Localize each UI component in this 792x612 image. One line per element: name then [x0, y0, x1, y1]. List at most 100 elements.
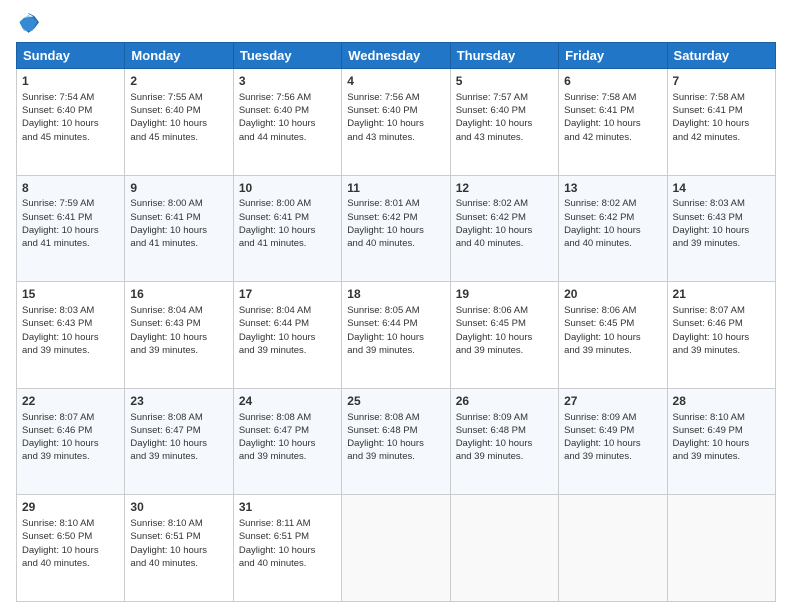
logo: [16, 12, 44, 34]
day-info-line: Daylight: 10 hours: [347, 117, 444, 130]
day-info-line: Daylight: 10 hours: [130, 117, 227, 130]
calendar-cell: 12Sunrise: 8:02 AMSunset: 6:42 PMDayligh…: [450, 175, 558, 282]
calendar-cell: 17Sunrise: 8:04 AMSunset: 6:44 PMDayligh…: [233, 282, 341, 389]
day-info-line: Daylight: 10 hours: [22, 437, 119, 450]
day-info-line: Sunrise: 8:08 AM: [347, 411, 444, 424]
day-info-line: Daylight: 10 hours: [22, 331, 119, 344]
day-info-line: Sunrise: 8:07 AM: [22, 411, 119, 424]
day-info-line: Sunset: 6:43 PM: [130, 317, 227, 330]
day-info-line: Sunset: 6:47 PM: [130, 424, 227, 437]
calendar-week-row: 1Sunrise: 7:54 AMSunset: 6:40 PMDaylight…: [17, 69, 776, 176]
day-info-line: Sunset: 6:47 PM: [239, 424, 336, 437]
day-info-line: and 39 minutes.: [564, 450, 661, 463]
day-number: 20: [564, 286, 661, 303]
calendar-week-row: 15Sunrise: 8:03 AMSunset: 6:43 PMDayligh…: [17, 282, 776, 389]
day-info-line: and 41 minutes.: [22, 237, 119, 250]
day-info-line: Sunrise: 8:06 AM: [456, 304, 553, 317]
day-info-line: Sunset: 6:42 PM: [347, 211, 444, 224]
day-info-line: Daylight: 10 hours: [456, 331, 553, 344]
day-info-line: and 39 minutes.: [22, 450, 119, 463]
day-info-line: and 39 minutes.: [347, 450, 444, 463]
day-info-line: and 39 minutes.: [673, 344, 770, 357]
day-info-line: Daylight: 10 hours: [456, 224, 553, 237]
day-info-line: Daylight: 10 hours: [22, 224, 119, 237]
calendar-cell: 6Sunrise: 7:58 AMSunset: 6:41 PMDaylight…: [559, 69, 667, 176]
day-info-line: Daylight: 10 hours: [564, 331, 661, 344]
day-number: 1: [22, 73, 119, 90]
day-info-line: Sunrise: 7:54 AM: [22, 91, 119, 104]
calendar-cell: 25Sunrise: 8:08 AMSunset: 6:48 PMDayligh…: [342, 388, 450, 495]
day-info-line: and 39 minutes.: [239, 344, 336, 357]
day-number: 23: [130, 393, 227, 410]
day-info-line: and 43 minutes.: [456, 131, 553, 144]
day-info-line: Sunset: 6:49 PM: [564, 424, 661, 437]
day-info-line: Sunrise: 8:05 AM: [347, 304, 444, 317]
day-info-line: Sunset: 6:40 PM: [239, 104, 336, 117]
day-info-line: Sunrise: 8:00 AM: [239, 197, 336, 210]
calendar-cell: [342, 495, 450, 602]
calendar-cell: 14Sunrise: 8:03 AMSunset: 6:43 PMDayligh…: [667, 175, 775, 282]
day-info-line: Sunrise: 8:02 AM: [456, 197, 553, 210]
day-info-line: Sunset: 6:41 PM: [22, 211, 119, 224]
day-info-line: Daylight: 10 hours: [239, 224, 336, 237]
weekday-header: Wednesday: [342, 43, 450, 69]
weekday-header: Tuesday: [233, 43, 341, 69]
day-info-line: and 40 minutes.: [564, 237, 661, 250]
calendar-cell: [667, 495, 775, 602]
day-info-line: and 39 minutes.: [673, 237, 770, 250]
weekday-header: Friday: [559, 43, 667, 69]
page: SundayMondayTuesdayWednesdayThursdayFrid…: [0, 0, 792, 612]
day-info-line: Daylight: 10 hours: [456, 117, 553, 130]
calendar-header-row: SundayMondayTuesdayWednesdayThursdayFrid…: [17, 43, 776, 69]
day-info-line: Sunset: 6:50 PM: [22, 530, 119, 543]
day-number: 18: [347, 286, 444, 303]
calendar-week-row: 8Sunrise: 7:59 AMSunset: 6:41 PMDaylight…: [17, 175, 776, 282]
day-number: 3: [239, 73, 336, 90]
day-info-line: Sunset: 6:44 PM: [239, 317, 336, 330]
day-info-line: Sunrise: 8:00 AM: [130, 197, 227, 210]
day-info-line: Daylight: 10 hours: [347, 437, 444, 450]
calendar-cell: 10Sunrise: 8:00 AMSunset: 6:41 PMDayligh…: [233, 175, 341, 282]
day-info-line: Sunset: 6:45 PM: [564, 317, 661, 330]
day-info-line: Sunrise: 8:07 AM: [673, 304, 770, 317]
day-info-line: and 39 minutes.: [22, 344, 119, 357]
day-info-line: and 40 minutes.: [239, 557, 336, 570]
day-number: 17: [239, 286, 336, 303]
day-info-line: Sunrise: 7:58 AM: [673, 91, 770, 104]
day-number: 7: [673, 73, 770, 90]
day-info-line: and 39 minutes.: [456, 344, 553, 357]
weekday-header: Saturday: [667, 43, 775, 69]
calendar-cell: 3Sunrise: 7:56 AMSunset: 6:40 PMDaylight…: [233, 69, 341, 176]
day-info-line: Sunrise: 8:06 AM: [564, 304, 661, 317]
day-info-line: and 39 minutes.: [564, 344, 661, 357]
calendar-cell: 29Sunrise: 8:10 AMSunset: 6:50 PMDayligh…: [17, 495, 125, 602]
day-info-line: and 45 minutes.: [130, 131, 227, 144]
day-info-line: Daylight: 10 hours: [130, 224, 227, 237]
day-info-line: Sunrise: 8:08 AM: [130, 411, 227, 424]
day-number: 26: [456, 393, 553, 410]
day-info-line: and 42 minutes.: [673, 131, 770, 144]
day-number: 5: [456, 73, 553, 90]
day-info-line: Sunset: 6:40 PM: [347, 104, 444, 117]
calendar-cell: [559, 495, 667, 602]
calendar-cell: 15Sunrise: 8:03 AMSunset: 6:43 PMDayligh…: [17, 282, 125, 389]
day-info-line: Daylight: 10 hours: [239, 544, 336, 557]
header: [16, 12, 776, 34]
day-number: 31: [239, 499, 336, 516]
calendar-cell: 28Sunrise: 8:10 AMSunset: 6:49 PMDayligh…: [667, 388, 775, 495]
calendar-cell: 30Sunrise: 8:10 AMSunset: 6:51 PMDayligh…: [125, 495, 233, 602]
day-info-line: Sunset: 6:43 PM: [673, 211, 770, 224]
day-info-line: Sunrise: 8:09 AM: [564, 411, 661, 424]
day-number: 24: [239, 393, 336, 410]
day-number: 10: [239, 180, 336, 197]
day-info-line: Daylight: 10 hours: [673, 437, 770, 450]
day-info-line: Sunset: 6:45 PM: [456, 317, 553, 330]
day-number: 14: [673, 180, 770, 197]
calendar-cell: 18Sunrise: 8:05 AMSunset: 6:44 PMDayligh…: [342, 282, 450, 389]
day-info-line: Sunset: 6:40 PM: [456, 104, 553, 117]
day-info-line: Daylight: 10 hours: [239, 437, 336, 450]
calendar-cell: 24Sunrise: 8:08 AMSunset: 6:47 PMDayligh…: [233, 388, 341, 495]
calendar-cell: 13Sunrise: 8:02 AMSunset: 6:42 PMDayligh…: [559, 175, 667, 282]
day-info-line: Daylight: 10 hours: [347, 331, 444, 344]
day-info-line: Sunset: 6:40 PM: [130, 104, 227, 117]
